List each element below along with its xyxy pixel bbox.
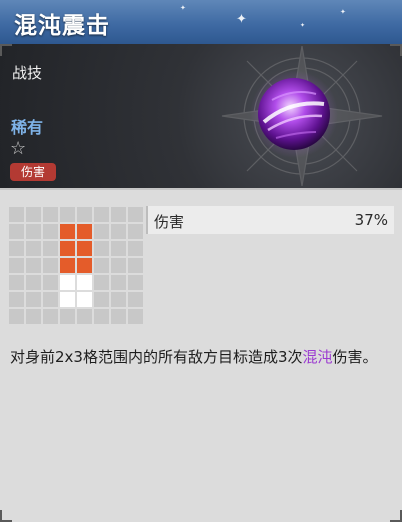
grid-cell — [60, 309, 75, 324]
grid-cell — [128, 224, 143, 239]
grid-cell-self — [60, 292, 75, 307]
sparkle-icon: ✦ — [300, 22, 306, 29]
grid-cell — [128, 207, 143, 222]
skill-type: 战技 — [12, 64, 43, 82]
purple-chaos-orb-icon — [250, 70, 338, 158]
grid-cell — [128, 275, 143, 290]
grid-cell — [26, 275, 41, 290]
grid-cell — [9, 309, 24, 324]
grid-cell — [26, 207, 41, 222]
description-text: 对身前2x3格范围内的所有敌方目标造成3次 — [10, 348, 303, 366]
grid-cell — [43, 292, 58, 307]
frame-corner — [0, 510, 12, 522]
grid-cell — [60, 207, 75, 222]
grid-cell-self — [77, 292, 92, 307]
grid-cell — [9, 258, 24, 273]
grid-cell — [128, 292, 143, 307]
frame-corner — [0, 44, 12, 56]
grid-cell — [26, 258, 41, 273]
frame-corner — [390, 44, 402, 56]
grid-cell — [26, 309, 41, 324]
sparkle-icon: ✦ — [340, 8, 346, 16]
attack-range-grid — [9, 207, 143, 324]
stat-value: 37% — [354, 211, 388, 229]
skill-title: 混沌震击 — [14, 13, 110, 39]
grid-cell — [111, 275, 126, 290]
grid-cell — [77, 207, 92, 222]
grid-cell — [43, 241, 58, 256]
skill-card: 混沌震击 ✦ ✦ ✦ ✦ 战技 稀有 ☆ 伤害 伤害 37% 对身前2x3格范围… — [0, 0, 402, 522]
grid-cell — [111, 241, 126, 256]
grid-cell — [26, 292, 41, 307]
stat-row: 伤害 37% — [146, 206, 394, 234]
grid-cell — [94, 275, 109, 290]
grid-cell-hit — [77, 224, 92, 239]
grid-cell — [43, 207, 58, 222]
grid-cell — [9, 207, 24, 222]
grid-cell-hit — [60, 258, 75, 273]
divider — [0, 188, 402, 190]
description-text-end: 伤害。 — [332, 348, 378, 366]
grid-cell-hit — [77, 258, 92, 273]
grid-cell — [9, 241, 24, 256]
grid-cell — [94, 258, 109, 273]
grid-cell — [111, 207, 126, 222]
frame-corner — [390, 510, 402, 522]
grid-cell — [128, 309, 143, 324]
skill-description: 对身前2x3格范围内的所有敌方目标造成3次混沌伤害。 — [10, 345, 394, 369]
grid-cell — [94, 309, 109, 324]
stat-label: 伤害 — [154, 213, 185, 231]
grid-cell — [9, 292, 24, 307]
title-bar: 混沌震击 ✦ ✦ ✦ ✦ — [0, 0, 402, 45]
grid-cell — [111, 292, 126, 307]
grid-cell — [9, 275, 24, 290]
grid-cell — [111, 309, 126, 324]
grid-cell — [94, 292, 109, 307]
sparkle-icon: ✦ — [236, 12, 247, 27]
star-outline-icon: ☆ — [10, 138, 27, 159]
grid-cell — [26, 241, 41, 256]
skill-rarity: 稀有 — [11, 118, 44, 137]
grid-cell-self — [60, 275, 75, 290]
grid-cell — [43, 275, 58, 290]
grid-cell — [43, 224, 58, 239]
damage-tag: 伤害 — [10, 163, 56, 181]
grid-cell — [26, 224, 41, 239]
grid-cell — [128, 241, 143, 256]
grid-cell-hit — [77, 241, 92, 256]
grid-cell-hit — [60, 241, 75, 256]
grid-cell — [94, 241, 109, 256]
grid-cell — [128, 258, 143, 273]
grid-cell — [94, 207, 109, 222]
grid-cell — [94, 224, 109, 239]
sparkle-icon: ✦ — [180, 4, 186, 12]
skill-info-panel: 战技 稀有 ☆ 伤害 — [0, 44, 402, 188]
grid-cell-hit — [60, 224, 75, 239]
grid-cell — [77, 309, 92, 324]
grid-cell — [9, 224, 24, 239]
grid-cell — [43, 309, 58, 324]
grid-cell — [111, 258, 126, 273]
description-highlight: 混沌 — [302, 348, 333, 366]
grid-cell — [43, 258, 58, 273]
grid-cell-self — [77, 275, 92, 290]
grid-cell — [111, 224, 126, 239]
